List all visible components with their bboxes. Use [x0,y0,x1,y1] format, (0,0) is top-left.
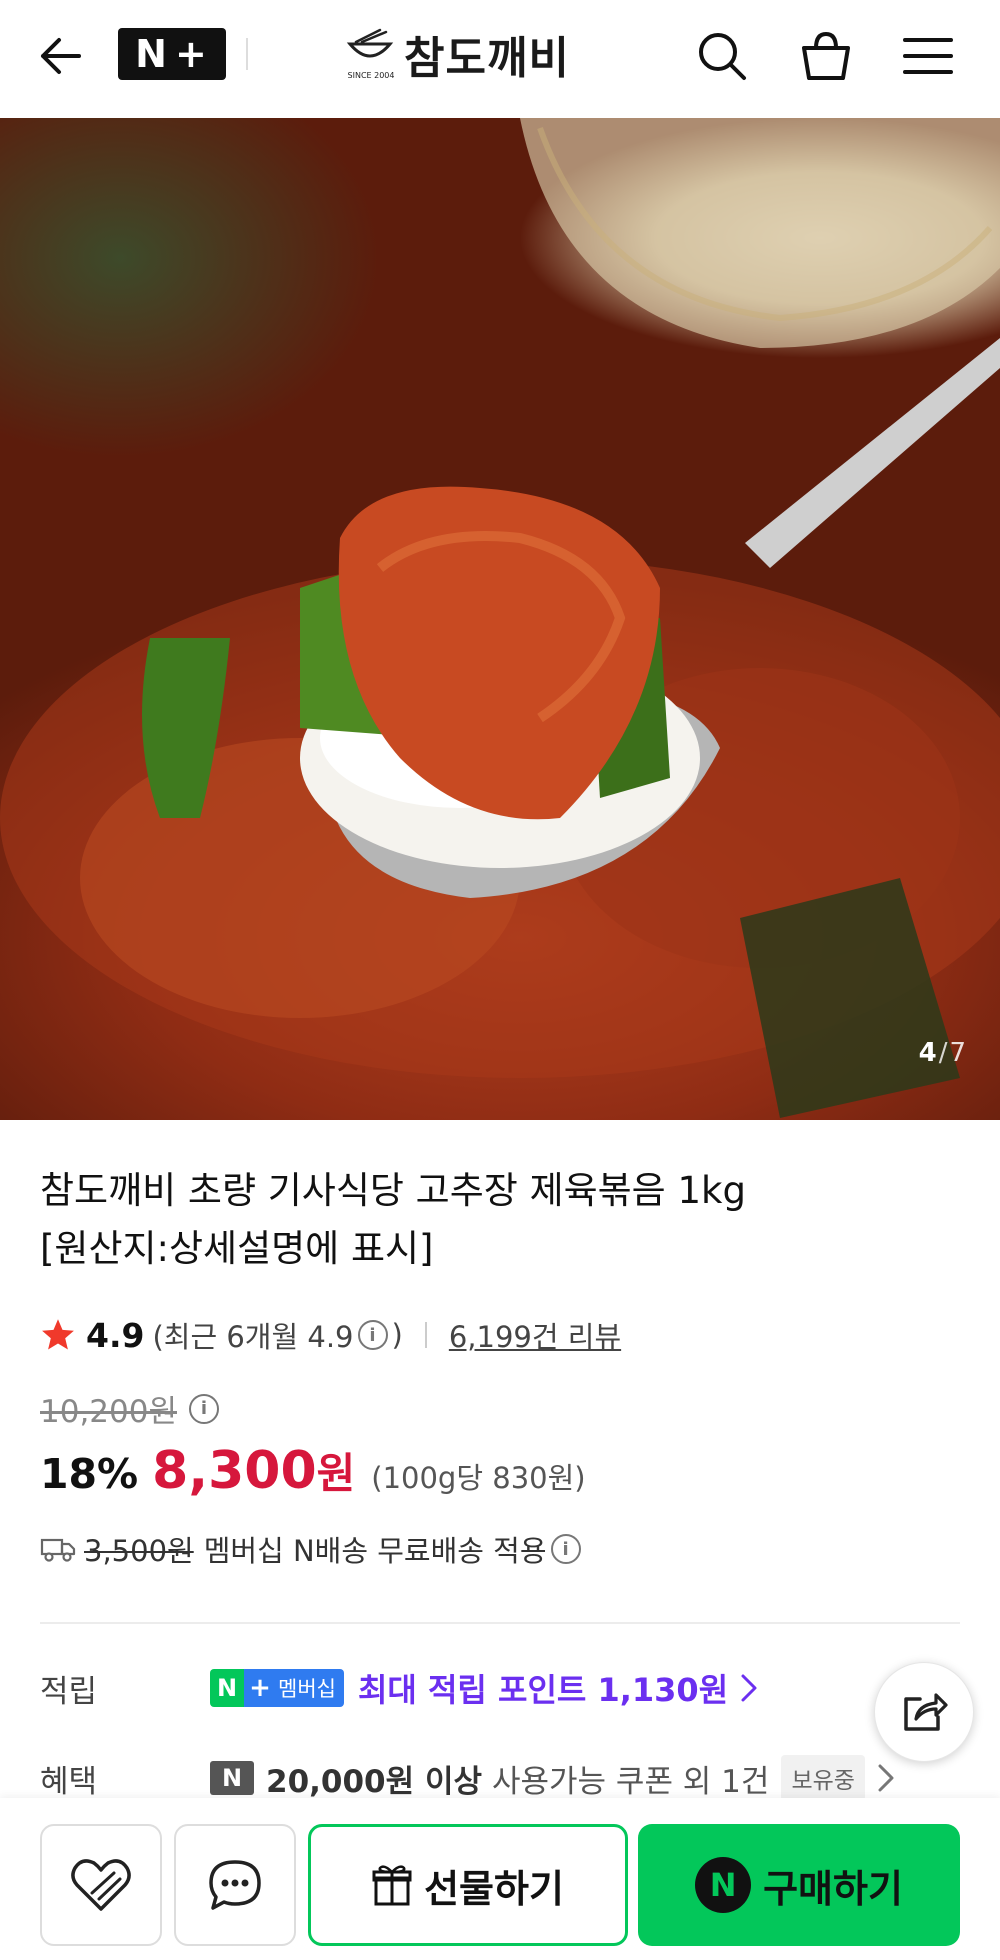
points-row[interactable]: 적립 N + 멤버십 최대 적립 포인트 1,130원 [40,1662,758,1714]
image-counter-current: 4 [918,1038,937,1068]
coupon-description: 사용가능 쿠폰 외 1건 [491,1763,770,1800]
image-counter-total: 7 [949,1038,966,1068]
top-header: N + SINCE 2004 참도깨비 [0,0,1000,118]
recent-rating-close: ) [391,1318,403,1352]
gift-icon [372,1864,412,1906]
buy-button[interactable]: N 구매하기 [638,1824,960,1946]
unit-price: (100g당 830원) [371,1461,586,1495]
rating-divider [424,1322,427,1348]
sale-price-row: 18% 8,300 원 (100g당 830원) [40,1440,586,1501]
product-title-line1: 참도깨비 초량 기사식당 고추장 제육볶음 1kg [40,1169,746,1212]
original-price-row: 10,200원 i [40,1386,223,1431]
discount-rate: 18% [40,1450,139,1498]
brand-logo[interactable]: SINCE 2004 참도깨비 [346,24,570,84]
naver-plus-store-logo[interactable]: N + [118,28,226,80]
sale-price: 8,300 [152,1441,317,1501]
back-arrow-icon [41,38,81,74]
image-counter-separator: / [938,1038,948,1068]
wishlist-button[interactable] [40,1824,162,1946]
recent-rating: (최근 6개월 4.9 i ) [152,1314,402,1356]
np-badge-plus: + [244,1669,276,1707]
buy-label: 구매하기 [763,1866,903,1911]
truck-icon [40,1534,76,1564]
badge-n: N [135,32,169,76]
food-illustration [0,118,1000,1118]
bottom-action-bar: 선물하기 N 구매하기 [0,1798,1000,1960]
badge-plus: + [174,32,209,76]
price-info-icon[interactable]: i [189,1393,219,1424]
sale-price-unit: 원 [316,1449,356,1498]
points-label: 적립 [40,1673,98,1710]
shopping-bag-button[interactable] [796,26,856,86]
brand-name: 참도깨비 [404,33,570,84]
naver-pay-n-icon: N [695,1857,752,1913]
hamburger-menu-icon [903,38,953,74]
review-count-link[interactable]: 6,199건 리뷰 [449,1314,621,1356]
shipping-row: 3,500원 멤버십 N배송 무료배송 적용 i [40,1528,585,1570]
product-title: 참도깨비 초량 기사식당 고추장 제육볶음 1kg [원산지:상세설명에 표시] [40,1162,940,1278]
gift-button[interactable]: 선물하기 [308,1824,628,1946]
naver-plus-membership-badge: N + 멤버십 [210,1669,344,1707]
chat-icon [209,1860,261,1910]
share-button[interactable] [874,1662,974,1762]
search-button[interactable] [692,26,752,86]
chevron-right-icon [740,1673,758,1703]
gift-label: 선물하기 [424,1866,564,1911]
max-points-text: 최대 적립 포인트 1,130원 [357,1671,729,1709]
shipping-info-icon[interactable]: i [550,1534,581,1564]
owned-tag: 보유중 [781,1755,865,1801]
section-divider [40,1622,960,1624]
coupon-row[interactable]: 혜택 N 20,000원 이상 사용가능 쿠폰 외 1건 보유중 [40,1752,895,1804]
rating-row: 4.9 (최근 6개월 4.9 i ) 6,199건 리뷰 [40,1310,621,1360]
talktalk-chat-button[interactable] [174,1824,296,1946]
original-price: 10,200원 [40,1394,177,1430]
menu-button[interactable] [898,26,958,86]
search-icon [699,33,746,80]
np-badge-membership: 멤버십 [276,1669,344,1707]
brand-since: SINCE 2004 [347,71,395,80]
shopping-bag-icon [802,31,850,80]
back-button[interactable] [30,26,90,86]
star-icon [42,1319,74,1350]
info-icon[interactable]: i [357,1320,388,1350]
image-counter: 4 / 7 [919,1038,966,1068]
shipping-fee-original: 3,500원 [84,1534,194,1568]
brand-bowl-icon: SINCE 2004 [346,28,394,80]
product-hero-image[interactable]: 4 / 7 [0,118,1000,1120]
np-badge-n: N [210,1669,244,1707]
recent-rating-text: (최근 6개월 4.9 [152,1320,354,1354]
coupon-n-icon: N [210,1761,254,1795]
product-title-line2: [원산지:상세설명에 표시] [40,1227,434,1270]
coupon-label: 혜택 [40,1763,98,1800]
coupon-chevron-right-icon [877,1763,895,1793]
share-icon [904,1693,948,1731]
header-divider [246,38,248,70]
coupon-threshold: 20,000원 이상 [266,1763,482,1800]
rating-score: 4.9 [86,1315,145,1355]
shipping-text: 멤버십 N배송 무료배송 적용 [203,1534,547,1568]
heart-icon [71,1859,131,1911]
